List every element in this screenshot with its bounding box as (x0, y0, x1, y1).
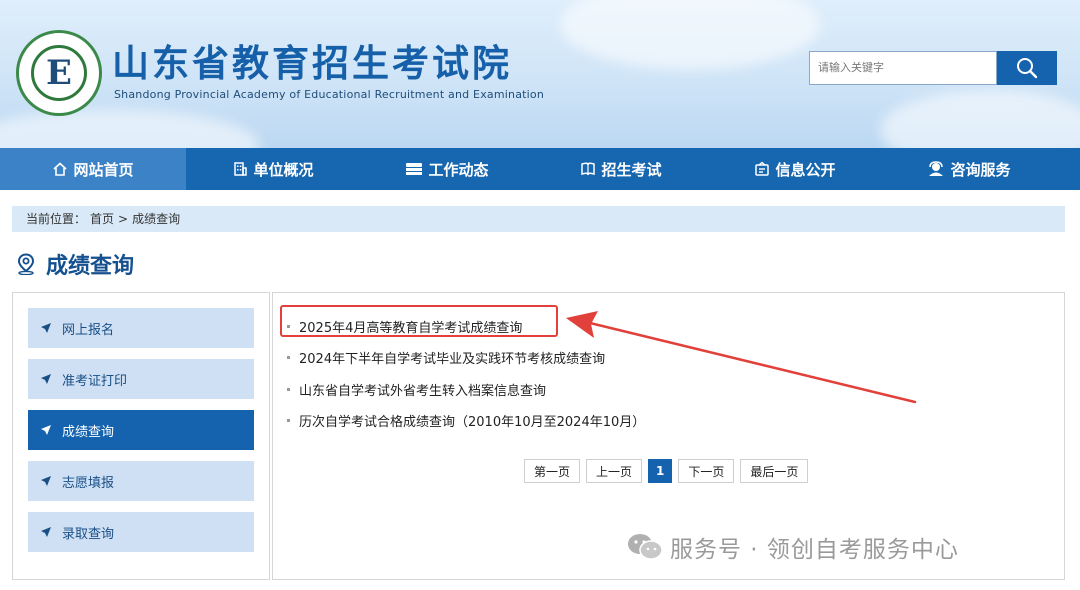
first-page-button[interactable]: 第一页 (524, 459, 581, 483)
sidebar-item-label: 录取查询 (62, 526, 115, 542)
page-title: 成绩查询 (16, 248, 134, 280)
news-icon (405, 161, 423, 177)
sidebar-item-online-registration[interactable]: 网上报名 (28, 308, 254, 348)
sidebar-item-score-query[interactable]: 成绩查询 (28, 410, 254, 450)
nav-item-label: 工作动态 (428, 160, 489, 179)
sidebar-item-application[interactable]: 志愿填报 (28, 461, 254, 501)
building-icon (232, 161, 248, 177)
arrow-pointer-icon (40, 424, 52, 436)
current-page-button[interactable]: 1 (648, 459, 673, 483)
search-icon (1017, 58, 1038, 79)
bullet-icon (287, 388, 290, 391)
location-pin-icon (17, 253, 35, 275)
arrow-pointer-icon (40, 526, 52, 538)
list-item-link[interactable]: 山东省自学考试外省考生转入档案信息查询 (299, 380, 546, 399)
main-nav: 网站首页 单位概况 工作动态 招生考试 信息公开 咨询服务 (0, 148, 1080, 190)
nav-item-about[interactable]: 单位概况 (186, 148, 360, 190)
search-button[interactable] (997, 51, 1057, 85)
bullet-icon (287, 325, 290, 328)
list-item-link[interactable]: 历次自学考试合格成绩查询（2010年10月至2024年10月） (299, 411, 645, 430)
prev-page-button[interactable]: 上一页 (586, 459, 643, 483)
nav-item-home[interactable]: 网站首页 (0, 148, 186, 190)
site-header: E 山东省教育招生考试院 Shandong Provincial Academy… (0, 0, 1080, 148)
breadcrumb-prefix: 当前位置： (26, 212, 87, 226)
header-cloud-decoration (560, 0, 820, 70)
nav-item-info[interactable]: 信息公开 (708, 148, 882, 190)
bullet-icon (287, 419, 290, 422)
breadcrumb: 当前位置： 首页 > 成绩查询 (12, 206, 1065, 232)
site-subtitle: Shandong Provincial Academy of Education… (114, 88, 545, 101)
nav-item-label: 网站首页 (73, 160, 134, 179)
list-item[interactable]: 2024年下半年自学考试毕业及实践环节考核成绩查询 (287, 348, 605, 367)
last-page-button[interactable]: 最后一页 (740, 459, 809, 483)
sidebar-item-label: 志愿填报 (62, 475, 115, 491)
nav-item-label: 单位概况 (253, 160, 314, 179)
watermark-text: 服务号 · 领创自考服务中心 (670, 537, 959, 563)
watermark: 服务号 · 领创自考服务中心 (626, 530, 959, 564)
list-item[interactable]: 历次自学考试合格成绩查询（2010年10月至2024年10月） (287, 411, 645, 430)
nav-item-label: 信息公开 (775, 160, 836, 179)
breadcrumb-separator: > (118, 212, 129, 226)
sidebar: 网上报名 准考证打印 成绩查询 志愿填报 录取查询 (12, 292, 270, 580)
arrow-pointer-icon (40, 322, 52, 334)
header-cloud-decoration (0, 110, 260, 148)
home-icon (52, 161, 68, 177)
info-icon (754, 161, 770, 177)
nav-item-label: 咨询服务 (950, 160, 1011, 179)
sidebar-item-admission-query[interactable]: 录取查询 (28, 512, 254, 552)
list-item[interactable]: 山东省自学考试外省考生转入档案信息查询 (287, 380, 546, 399)
list-item[interactable]: 2025年4月高等教育自学考试成绩查询 (287, 317, 522, 336)
sidebar-item-label: 准考证打印 (62, 373, 128, 389)
search-input[interactable]: 请输入关键字 (809, 51, 997, 85)
nav-item-label: 招生考试 (601, 160, 662, 179)
list-item-link[interactable]: 2024年下半年自学考试毕业及实践环节考核成绩查询 (299, 348, 605, 367)
breadcrumb-home-link[interactable]: 首页 (90, 212, 114, 226)
header-cloud-decoration (880, 90, 1080, 148)
sidebar-item-label: 网上报名 (62, 322, 115, 338)
nav-item-exam[interactable]: 招生考试 (534, 148, 708, 190)
nav-item-news[interactable]: 工作动态 (360, 148, 534, 190)
breadcrumb-current: 成绩查询 (132, 212, 181, 226)
arrow-pointer-icon (40, 475, 52, 487)
pagination: 第一页 上一页 1 下一页 最后一页 (524, 459, 814, 483)
list-item-link[interactable]: 2025年4月高等教育自学考试成绩查询 (299, 317, 522, 336)
service-icon (927, 161, 945, 177)
site-logo[interactable]: E (16, 30, 102, 116)
page-title-text: 成绩查询 (46, 254, 135, 279)
arrow-pointer-icon (40, 373, 52, 385)
next-page-button[interactable]: 下一页 (678, 459, 735, 483)
exam-icon (580, 161, 596, 177)
bullet-icon (287, 356, 290, 359)
sidebar-item-admission-ticket[interactable]: 准考证打印 (28, 359, 254, 399)
sidebar-item-label: 成绩查询 (62, 424, 115, 440)
wechat-icon (626, 531, 664, 563)
site-title: 山东省教育招生考试院 (112, 42, 512, 85)
logo-emblem: E (31, 45, 87, 101)
nav-item-service[interactable]: 咨询服务 (882, 148, 1056, 190)
